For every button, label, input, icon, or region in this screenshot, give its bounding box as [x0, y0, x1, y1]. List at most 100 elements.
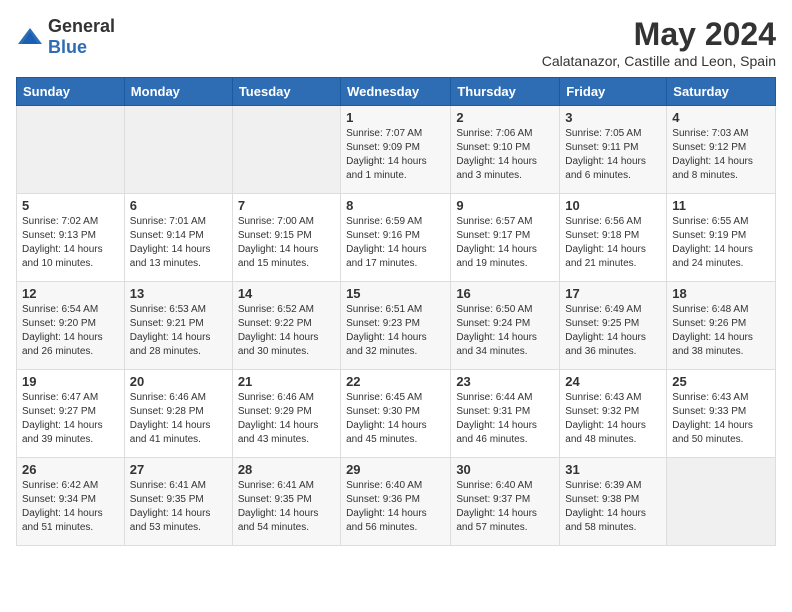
calendar-cell: 21 Sunrise: 6:46 AMSunset: 9:29 PMDayligh… — [232, 370, 340, 458]
calendar-cell: 13 Sunrise: 6:53 AMSunset: 9:21 PMDayligh… — [124, 282, 232, 370]
weekday-header-row: SundayMondayTuesdayWednesdayThursdayFrid… — [17, 78, 776, 106]
day-number: 29 — [346, 462, 445, 477]
week-row-4: 19 Sunrise: 6:47 AMSunset: 9:27 PMDayligh… — [17, 370, 776, 458]
calendar-cell: 20Sunrise: 6:46 AMSunset: 9:28 PMDayligh… — [124, 370, 232, 458]
logo-blue-text: Blue — [48, 37, 87, 57]
calendar-cell: 1Sunrise: 7:07 AMSunset: 9:09 PMDaylight… — [341, 106, 451, 194]
day-number: 4 — [672, 110, 770, 125]
day-info: Sunrise: 7:03 AMSunset: 9:12 PMDaylight:… — [672, 127, 770, 183]
day-number: 1 — [346, 110, 445, 125]
day-info: Sunrise: 6:48 AMSunset: 9:26 PMDaylight:… — [672, 303, 770, 359]
day-number: 13 — [130, 286, 227, 301]
weekday-header-sunday: Sunday — [17, 78, 125, 106]
month-title: May 2024 — [542, 16, 776, 53]
title-area: May 2024 Calatanazor, Castille and Leon,… — [542, 16, 776, 69]
calendar-cell — [667, 458, 776, 546]
day-number: 8 — [346, 198, 445, 213]
day-info: Sunrise: 6:53 AMSunset: 9:21 PMDaylight:… — [130, 303, 227, 359]
day-info: Sunrise: 6:49 AMSunset: 9:25 PMDaylight:… — [565, 303, 661, 359]
calendar-cell: 3 Sunrise: 7:05 AMSunset: 9:11 PMDaylight… — [560, 106, 667, 194]
day-info: Sunrise: 6:42 AMSunset: 9:34 PMDaylight:… — [22, 479, 119, 535]
day-info: Sunrise: 7:06 AMSunset: 9:10 PMDaylight:… — [456, 127, 554, 183]
day-number: 6 — [130, 198, 227, 213]
calendar-cell: 25 Sunrise: 6:43 AMSunset: 9:33 PMDayligh… — [667, 370, 776, 458]
calendar-cell: 31 Sunrise: 6:39 AMSunset: 9:38 PMDayligh… — [560, 458, 667, 546]
day-number: 5 — [22, 198, 119, 213]
calendar-cell: 29 Sunrise: 6:40 AMSunset: 9:36 PMDayligh… — [341, 458, 451, 546]
calendar-cell: 22Sunrise: 6:45 AMSunset: 9:30 PMDayligh… — [341, 370, 451, 458]
calendar-cell: 23Sunrise: 6:44 AMSunset: 9:31 PMDayligh… — [451, 370, 560, 458]
day-info: Sunrise: 6:43 AMSunset: 9:32 PMDaylight:… — [565, 391, 661, 447]
calendar-cell: 2 Sunrise: 7:06 AMSunset: 9:10 PMDaylight… — [451, 106, 560, 194]
day-info: Sunrise: 6:46 AMSunset: 9:29 PMDaylight:… — [238, 391, 335, 447]
day-number: 16 — [456, 286, 554, 301]
weekday-header-thursday: Thursday — [451, 78, 560, 106]
calendar-cell: 26 Sunrise: 6:42 AMSunset: 9:34 PMDayligh… — [17, 458, 125, 546]
location-title: Calatanazor, Castille and Leon, Spain — [542, 53, 776, 69]
day-info: Sunrise: 6:39 AMSunset: 9:38 PMDaylight:… — [565, 479, 661, 535]
calendar-cell — [17, 106, 125, 194]
calendar-cell: 30Sunrise: 6:40 AMSunset: 9:37 PMDayligh… — [451, 458, 560, 546]
day-info: Sunrise: 6:43 AMSunset: 9:33 PMDaylight:… — [672, 391, 770, 447]
calendar-cell: 27 Sunrise: 6:41 AMSunset: 9:35 PMDayligh… — [124, 458, 232, 546]
day-number: 12 — [22, 286, 119, 301]
day-number: 25 — [672, 374, 770, 389]
day-number: 18 — [672, 286, 770, 301]
day-number: 9 — [456, 198, 554, 213]
calendar-cell: 19 Sunrise: 6:47 AMSunset: 9:27 PMDayligh… — [17, 370, 125, 458]
logo-general-text: General — [48, 16, 115, 36]
calendar-cell: 5 Sunrise: 7:02 AMSunset: 9:13 PMDaylight… — [17, 194, 125, 282]
weekday-header-wednesday: Wednesday — [341, 78, 451, 106]
day-number: 31 — [565, 462, 661, 477]
day-info: Sunrise: 7:05 AMSunset: 9:11 PMDaylight:… — [565, 127, 661, 183]
day-info: Sunrise: 6:56 AMSunset: 9:18 PMDaylight:… — [565, 215, 661, 271]
day-info: Sunrise: 6:57 AMSunset: 9:17 PMDaylight:… — [456, 215, 554, 271]
weekday-header-saturday: Saturday — [667, 78, 776, 106]
day-info: Sunrise: 6:46 AMSunset: 9:28 PMDaylight:… — [130, 391, 227, 447]
day-info: Sunrise: 6:59 AMSunset: 9:16 PMDaylight:… — [346, 215, 445, 271]
calendar-cell: 28 Sunrise: 6:41 AMSunset: 9:35 PMDayligh… — [232, 458, 340, 546]
day-info: Sunrise: 6:47 AMSunset: 9:27 PMDaylight:… — [22, 391, 119, 447]
calendar-cell: 10 Sunrise: 6:56 AMSunset: 9:18 PMDayligh… — [560, 194, 667, 282]
logo: General Blue — [16, 16, 115, 58]
day-info: Sunrise: 6:52 AMSunset: 9:22 PMDaylight:… — [238, 303, 335, 359]
day-number: 17 — [565, 286, 661, 301]
calendar-cell: 4 Sunrise: 7:03 AMSunset: 9:12 PMDaylight… — [667, 106, 776, 194]
day-number: 7 — [238, 198, 335, 213]
calendar-cell: 6 Sunrise: 7:01 AMSunset: 9:14 PMDaylight… — [124, 194, 232, 282]
day-number: 26 — [22, 462, 119, 477]
day-info: Sunrise: 6:41 AMSunset: 9:35 PMDaylight:… — [130, 479, 227, 535]
day-info: Sunrise: 6:54 AMSunset: 9:20 PMDaylight:… — [22, 303, 119, 359]
day-info: Sunrise: 6:41 AMSunset: 9:35 PMDaylight:… — [238, 479, 335, 535]
logo-icon — [16, 26, 44, 48]
day-number: 2 — [456, 110, 554, 125]
day-info: Sunrise: 6:50 AMSunset: 9:24 PMDaylight:… — [456, 303, 554, 359]
day-number: 10 — [565, 198, 661, 213]
day-number: 11 — [672, 198, 770, 213]
day-number: 30 — [456, 462, 554, 477]
day-number: 27 — [130, 462, 227, 477]
day-info: Sunrise: 6:40 AMSunset: 9:36 PMDaylight:… — [346, 479, 445, 535]
calendar-cell: 12 Sunrise: 6:54 AMSunset: 9:20 PMDayligh… — [17, 282, 125, 370]
calendar-cell: 24 Sunrise: 6:43 AMSunset: 9:32 PMDayligh… — [560, 370, 667, 458]
day-info: Sunrise: 7:01 AMSunset: 9:14 PMDaylight:… — [130, 215, 227, 271]
calendar-cell: 16 Sunrise: 6:50 AMSunset: 9:24 PMDayligh… — [451, 282, 560, 370]
day-number: 24 — [565, 374, 661, 389]
calendar-cell: 7Sunrise: 7:00 AMSunset: 9:15 PMDaylight… — [232, 194, 340, 282]
day-number: 3 — [565, 110, 661, 125]
calendar-cell: 9 Sunrise: 6:57 AMSunset: 9:17 PMDaylight… — [451, 194, 560, 282]
day-info: Sunrise: 6:51 AMSunset: 9:23 PMDaylight:… — [346, 303, 445, 359]
calendar-cell: 14 Sunrise: 6:52 AMSunset: 9:22 PMDayligh… — [232, 282, 340, 370]
day-number: 21 — [238, 374, 335, 389]
day-info: Sunrise: 6:44 AMSunset: 9:31 PMDaylight:… — [456, 391, 554, 447]
day-info: Sunrise: 6:45 AMSunset: 9:30 PMDaylight:… — [346, 391, 445, 447]
calendar-cell: 11Sunrise: 6:55 AMSunset: 9:19 PMDayligh… — [667, 194, 776, 282]
calendar-cell — [232, 106, 340, 194]
day-number: 14 — [238, 286, 335, 301]
calendar-cell: 18 Sunrise: 6:48 AMSunset: 9:26 PMDayligh… — [667, 282, 776, 370]
day-info: Sunrise: 7:02 AMSunset: 9:13 PMDaylight:… — [22, 215, 119, 271]
day-number: 19 — [22, 374, 119, 389]
day-number: 28 — [238, 462, 335, 477]
week-row-1: 1Sunrise: 7:07 AMSunset: 9:09 PMDaylight… — [17, 106, 776, 194]
weekday-header-tuesday: Tuesday — [232, 78, 340, 106]
